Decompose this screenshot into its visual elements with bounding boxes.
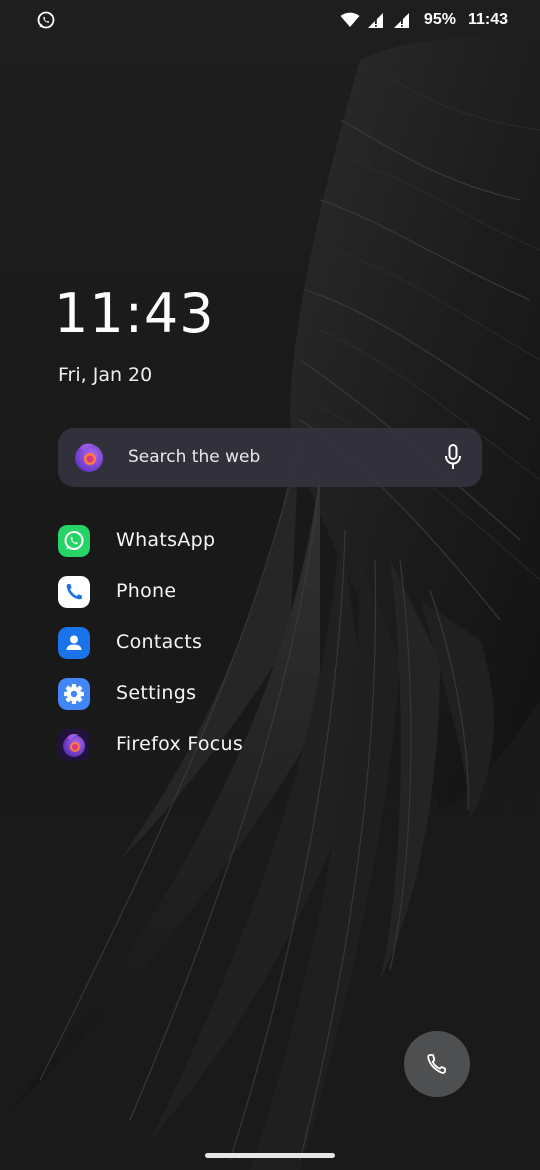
contacts-icon <box>58 627 90 659</box>
home-screen: 95% 11:43 11:43 Fri, Jan 20 Search the w… <box>0 0 540 1170</box>
app-label-whatsapp: WhatsApp <box>116 529 216 551</box>
whatsapp-notification-icon <box>37 11 55 29</box>
app-item-firefox-focus[interactable]: Firefox Focus <box>56 725 356 776</box>
app-label-phone: Phone <box>116 580 177 602</box>
home-gesture-bar[interactable] <box>205 1153 335 1158</box>
firefox-focus-icon <box>58 729 90 761</box>
app-label-firefox-focus: Firefox Focus <box>116 733 244 755</box>
phone-icon <box>58 576 90 608</box>
whatsapp-icon <box>58 525 90 557</box>
phone-icon <box>427 1054 446 1074</box>
app-item-contacts[interactable]: Contacts <box>56 623 356 674</box>
mic-icon[interactable] <box>444 444 462 470</box>
app-label-settings: Settings <box>116 682 197 704</box>
status-bar: 95% 11:43 <box>0 0 540 40</box>
clock-widget[interactable]: 11:43 <box>54 282 215 345</box>
firefox-focus-icon <box>75 443 103 472</box>
battery-percentage: 95% <box>423 11 456 28</box>
status-indicators: 95% 11:43 <box>340 8 508 32</box>
app-item-whatsapp[interactable]: WhatsApp <box>56 521 356 572</box>
signal-2-icon <box>393 13 409 28</box>
date-label[interactable]: Fri, Jan 20 <box>58 364 152 386</box>
app-item-settings[interactable]: Settings <box>56 674 356 725</box>
app-item-phone[interactable]: Phone <box>56 572 356 623</box>
search-bar[interactable]: Search the web <box>58 428 482 487</box>
app-list: WhatsApp Phone Contacts Settings Firefox… <box>56 521 356 776</box>
wifi-icon <box>340 12 360 27</box>
signal-1-icon <box>367 13 383 28</box>
settings-icon <box>58 678 90 710</box>
status-time: 11:43 <box>467 11 508 28</box>
dial-button[interactable] <box>404 1031 470 1097</box>
app-label-contacts: Contacts <box>116 631 203 653</box>
search-placeholder: Search the web <box>128 447 261 467</box>
